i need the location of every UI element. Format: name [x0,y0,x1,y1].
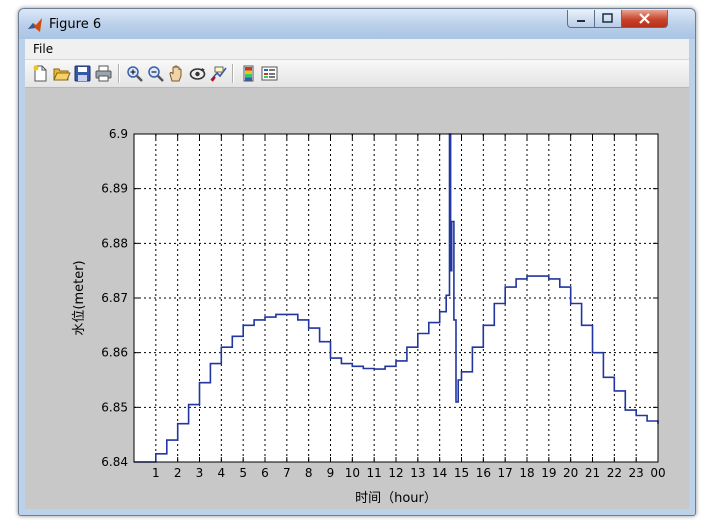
x-tick-label: 10 [345,466,360,480]
x-tick-label: 16 [476,466,491,480]
y-axis-label: 水位(meter) [72,260,87,335]
line-chart: 6.846.856.866.876.886.896.9 1 2 3 4 5 6 7 8 9 10 1… [72,127,666,506]
zoom-out-icon[interactable] [146,64,165,83]
toolbar-separator [232,64,234,83]
data-cursor-icon[interactable] [209,64,228,83]
y-tick-label: 6.85 [101,400,128,414]
save-icon[interactable] [73,64,92,83]
x-tick-label: 9 [327,466,335,480]
x-tick-label: 15 [454,466,469,480]
y-tick-label: 6.9 [109,127,128,141]
x-tick-label: 3 [196,466,204,480]
y-tick-label: 6.84 [101,455,128,469]
y-tick-label: 6.87 [101,291,128,305]
window-title: Figure 6 [49,17,102,32]
x-tick-label: 23 [629,466,644,480]
x-tick-label: 00 [650,466,665,480]
maximize-button[interactable] [595,10,622,28]
zoom-in-icon[interactable] [125,64,144,83]
y-tick-label: 6.89 [101,182,128,196]
x-tick-label: 21 [585,466,600,480]
minimize-button[interactable] [567,10,595,28]
y-tick-label: 6.88 [101,236,128,250]
rotate-3d-icon[interactable] [188,64,207,83]
x-tick-label: 4 [218,466,226,480]
x-tick-label: 14 [432,466,447,480]
x-tick-label: 17 [498,466,513,480]
x-tick-label: 13 [410,466,425,480]
x-tick-label: 6 [261,466,269,480]
colorbar-icon[interactable] [239,64,258,83]
menu-file[interactable]: File [33,42,53,56]
x-tick-label: 5 [239,466,247,480]
x-tick-label: 1 [152,466,160,480]
legend-icon[interactable] [260,64,279,83]
title-bar[interactable]: Figure 6 [19,9,695,39]
pan-hand-icon[interactable] [167,64,186,83]
close-button[interactable] [622,10,668,28]
x-tick-label: 22 [607,466,622,480]
x-tick-label: 12 [388,466,403,480]
x-tick-label: 18 [519,466,534,480]
x-tick-label: 20 [563,466,578,480]
new-figure-icon[interactable] [31,64,50,83]
y-tick-label: 6.86 [101,346,128,360]
menu-bar: File [25,39,689,60]
figure-toolbar [25,60,689,88]
x-tick-label: 8 [305,466,313,480]
x-tick-label: 7 [283,466,291,480]
x-tick-label: 19 [541,466,556,480]
close-icon [639,13,650,24]
matlab-icon [28,18,42,32]
open-file-icon[interactable] [52,64,71,83]
maximize-icon [602,13,613,23]
figure-window: Figure 6 File 6.84 6.85 6.86 6.87 6.88 6… [18,8,696,516]
x-tick-label: 11 [367,466,382,480]
print-icon[interactable] [94,64,113,83]
figure-canvas: 6.84 6.85 6.86 6.87 6.88 6.89 6.9 1 2 3 4 5 6 7 8 9 10 1… [25,88,689,509]
minimize-icon [577,20,585,22]
x-axis-label: 时间（hour） [355,491,437,506]
toolbar-separator [118,64,120,83]
x-tick-label: 2 [174,466,182,480]
